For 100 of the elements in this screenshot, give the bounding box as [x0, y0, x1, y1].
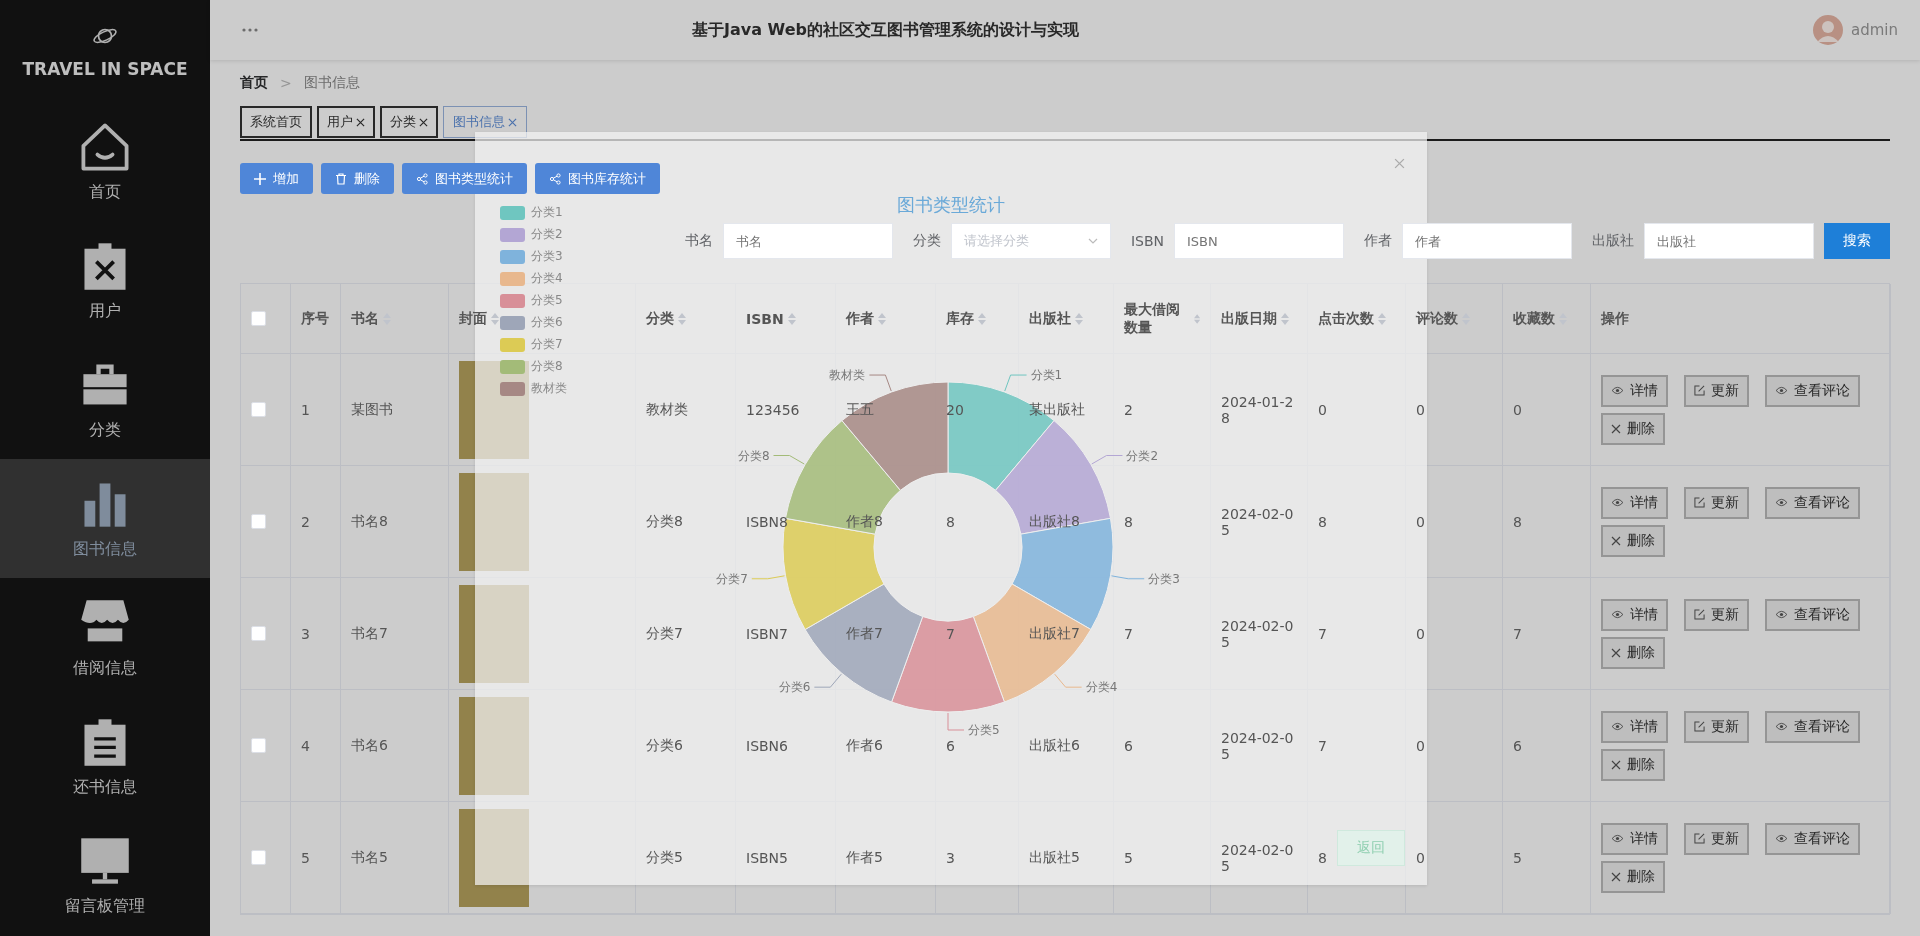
slice-label: 分类3 [1148, 571, 1180, 586]
eye-icon [1775, 386, 1788, 395]
avatar-icon[interactable] [1813, 15, 1843, 45]
row-action-button[interactable]: 删除 [1601, 412, 1665, 445]
share-icon [549, 172, 561, 185]
sidebar-item[interactable]: 分类 [0, 340, 210, 459]
slice-label: 分类7 [716, 571, 748, 586]
table-cell: 6 [946, 737, 955, 754]
eye-icon [1611, 610, 1624, 619]
sort-icon[interactable] [1075, 312, 1083, 325]
search-field[interactable]: 书名 [722, 223, 893, 259]
table-cell-text: 2024-02-05 [1221, 505, 1295, 538]
tab[interactable]: 系统首页 [240, 106, 312, 138]
field-label: 书名 [684, 232, 713, 250]
row-action-button[interactable]: 删除 [1601, 524, 1665, 557]
table-cell: 3 [946, 849, 955, 866]
trash-icon [335, 172, 347, 185]
row-action-button[interactable]: 删除 [1601, 860, 1665, 893]
row-action-button[interactable]: 查看评论 [1765, 374, 1860, 407]
row-action-button[interactable]: 查看评论 [1765, 486, 1860, 519]
table-cell: ISBN8 [746, 513, 788, 530]
row-action-button[interactable]: 更新 [1684, 822, 1749, 855]
table-cell: 8 [1318, 513, 1327, 530]
table-cell: 0 [1416, 625, 1425, 642]
table-cell: 作者5 [846, 848, 883, 867]
table-cell: 书名5 [351, 848, 388, 867]
table-cell: 出版社5 [1029, 848, 1080, 867]
toolbar-button[interactable]: 图书类型统计 [402, 163, 527, 194]
tab[interactable]: 用户 [317, 106, 375, 138]
table-cell: 7 [1124, 625, 1133, 642]
close-icon[interactable] [419, 117, 428, 127]
search-field[interactable]: 作者 [1402, 223, 1572, 259]
slice-label: 分类1 [1030, 368, 1063, 383]
share-icon [416, 172, 428, 185]
search-field[interactable]: 出版社 [1644, 223, 1814, 259]
close-icon[interactable] [356, 117, 365, 127]
row-action-button[interactable]: 详情 [1601, 486, 1668, 519]
sidebar-item[interactable]: 留言板管理 [0, 816, 210, 935]
checkbox[interactable] [251, 850, 266, 865]
sort-icon[interactable] [1281, 312, 1289, 325]
column-header: 收藏数 [1513, 309, 1555, 328]
table-cell-text: 2024-01-28 [1221, 393, 1295, 426]
sort-icon[interactable] [491, 312, 499, 325]
checkbox[interactable] [251, 738, 266, 753]
table-cell: 作者6 [846, 736, 883, 755]
table-cell-text: 2024-02-05 [1221, 617, 1295, 650]
table-cell: ISBN6 [746, 737, 788, 754]
search-field[interactable]: ISBN [1174, 223, 1344, 259]
row-action-button[interactable]: 详情 [1601, 374, 1668, 407]
row-action-button[interactable]: 更新 [1684, 374, 1749, 407]
table-cell: 8 [1124, 513, 1133, 530]
toolbar-button[interactable]: 删除 [321, 163, 394, 194]
breadcrumb-item[interactable]: 首页 [240, 74, 268, 92]
table-cell: 出版社8 [1029, 512, 1080, 531]
sidebar-item[interactable]: 首页 [0, 102, 210, 221]
row-action-button[interactable]: 删除 [1601, 636, 1665, 669]
row-action-button[interactable]: 更新 [1684, 598, 1749, 631]
sort-icon[interactable] [678, 312, 686, 325]
search-button[interactable]: 搜索 [1824, 223, 1890, 259]
sidebar-item[interactable]: 用户 [0, 221, 210, 340]
row-action-button[interactable]: 更新 [1684, 486, 1749, 519]
table-cell: 7 [1513, 625, 1522, 642]
checkbox[interactable] [251, 402, 266, 417]
edit-icon [1694, 497, 1705, 508]
row-action-button[interactable]: 删除 [1601, 748, 1665, 781]
leader-line [1111, 575, 1145, 580]
row-action-button[interactable]: 查看评论 [1765, 710, 1860, 743]
leader-line [947, 712, 965, 731]
sidebar-item[interactable]: 图书信息 [0, 459, 210, 578]
sort-icon[interactable] [978, 312, 986, 325]
checkbox[interactable] [251, 514, 266, 529]
sort-icon[interactable] [878, 312, 886, 325]
sidebar-item[interactable]: 借阅信息 [0, 578, 210, 697]
sort-icon[interactable] [1193, 312, 1200, 325]
column-header: ISBN [746, 310, 784, 327]
row-action-button[interactable]: 查看评论 [1765, 598, 1860, 631]
leader-line [1054, 673, 1083, 688]
table-cell: 6 [1513, 737, 1522, 754]
edit-icon [1694, 385, 1705, 396]
row-action-button[interactable]: 查看评论 [1765, 822, 1860, 855]
column-header: 出版社 [1029, 309, 1071, 328]
breadcrumb-separator: > [280, 75, 292, 91]
close-icon [1611, 535, 1621, 546]
more-icon[interactable] [242, 28, 258, 32]
toolbar-button[interactable]: 图书库存统计 [535, 163, 660, 194]
sidebar-item[interactable]: 还书信息 [0, 697, 210, 816]
row-action-button[interactable]: 详情 [1601, 710, 1668, 743]
slice-label: 分类6 [778, 680, 811, 695]
row-action-button[interactable]: 更新 [1684, 710, 1749, 743]
table-cell: 6 [1124, 737, 1133, 754]
toolbar-button[interactable]: 增加 [240, 163, 313, 194]
row-action-button[interactable]: 详情 [1601, 822, 1668, 855]
field-label: 作者 [1364, 232, 1392, 250]
row-action-button[interactable]: 详情 [1601, 598, 1668, 631]
checkbox[interactable] [251, 626, 266, 641]
sort-icon[interactable] [787, 312, 796, 325]
sort-icon[interactable] [1378, 312, 1386, 325]
tab[interactable]: 分类 [380, 106, 438, 138]
table-cell: 2 [1124, 401, 1133, 418]
checkbox[interactable] [251, 311, 266, 326]
